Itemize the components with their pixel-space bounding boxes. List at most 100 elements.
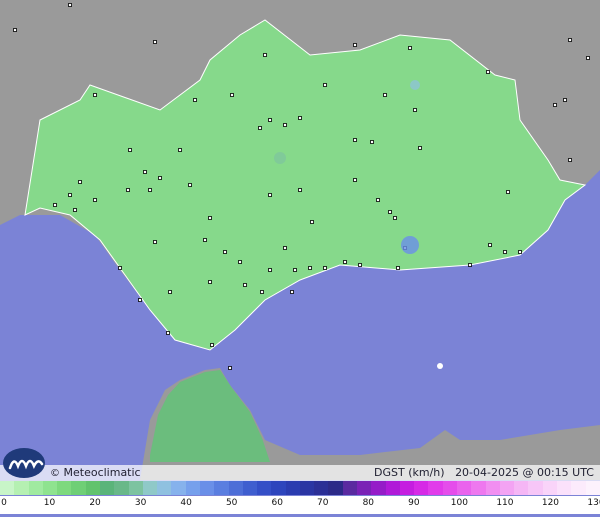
weather-station-marker (358, 263, 362, 267)
weather-station-marker (158, 176, 162, 180)
scale-tick-label: 40 (180, 498, 192, 508)
scale-swatch (128, 481, 143, 495)
weather-station-marker (283, 123, 287, 127)
weather-station-marker (393, 216, 397, 220)
weather-station-marker (298, 188, 302, 192)
weather-station-marker (263, 53, 267, 57)
weather-station-marker (353, 138, 357, 142)
meteoclimatic-logo (3, 448, 45, 478)
island-marker (437, 363, 443, 369)
weather-station-marker (188, 183, 192, 187)
scale-swatch (371, 481, 386, 495)
weather-station-marker (353, 178, 357, 182)
weather-station-marker (553, 103, 557, 107)
weather-station-marker (166, 331, 170, 335)
weather-station-marker (143, 170, 147, 174)
weather-station-marker (486, 70, 490, 74)
scale-swatch (0, 481, 15, 495)
weather-station-marker (260, 290, 264, 294)
scale-tick-label: 30 (134, 498, 147, 508)
scale-swatch (85, 481, 100, 495)
scale-swatch (556, 481, 572, 495)
weather-station-marker (376, 198, 380, 202)
weather-station-marker (568, 38, 572, 42)
weather-station-marker (208, 216, 212, 220)
scale-swatch (542, 481, 557, 495)
weather-station-marker (293, 268, 297, 272)
credit-label: © Meteoclimatic (50, 466, 141, 479)
scale-swatch (314, 481, 329, 495)
weather-station-marker (418, 146, 422, 150)
weather-station-marker (353, 43, 357, 47)
weather-station-marker (126, 188, 130, 192)
scale-swatch (299, 481, 315, 495)
weather-station-marker (283, 246, 287, 250)
scale-swatch (357, 481, 372, 495)
weather-station-marker (343, 260, 347, 264)
scale-tick-label: 80 (362, 498, 375, 508)
weather-station-marker (210, 343, 214, 347)
weather-station-marker (506, 190, 510, 194)
scale-swatch (471, 481, 486, 495)
weather-station-marker (93, 198, 97, 202)
weather-station-marker (230, 93, 234, 97)
weather-station-marker (370, 140, 374, 144)
scale-swatch (414, 481, 429, 495)
scale-swatch (571, 481, 586, 495)
weather-station-marker (383, 93, 387, 97)
weather-station-marker (53, 203, 57, 207)
weather-station-marker (178, 148, 182, 152)
timestamp-label: 20-04-2025 @ 00:15 UTC (455, 466, 594, 479)
scale-tick-label: 50 (225, 498, 238, 508)
credit-bar: © Meteoclimatic DGST (km/h) 20-04-2025 @… (0, 465, 600, 481)
weather-station-marker (388, 210, 392, 214)
scale-swatch (342, 481, 358, 495)
scale-tick-label: 90 (408, 498, 420, 508)
weather-station-marker (290, 290, 294, 294)
scale-swatch (271, 481, 286, 495)
weather-station-marker (268, 118, 272, 122)
scale-tick-label: 110 (496, 498, 514, 508)
scale-swatch (199, 481, 215, 495)
product-timestamp: DGST (km/h) 20-04-2025 @ 00:15 UTC (374, 465, 594, 481)
weather-station-marker (586, 56, 590, 60)
weather-station-marker (323, 266, 327, 270)
scale-swatch (114, 481, 129, 495)
gust-scale-labels: 0 10 20 30 40 50 60 70 80 90 100 110 120 130 (0, 496, 600, 514)
scale-swatch (57, 481, 72, 495)
scale-swatch (242, 481, 258, 495)
gust-hotspot (401, 236, 419, 254)
wind-gust-map (0, 0, 600, 480)
scale-swatch (399, 481, 415, 495)
weather-station-marker (323, 83, 327, 87)
scale-tick-label: 130 (587, 498, 600, 508)
weather-station-marker (396, 266, 400, 270)
weather-station-marker (563, 98, 567, 102)
scale-swatch (257, 481, 272, 495)
weather-station-marker (243, 283, 247, 287)
weather-station-marker (238, 260, 242, 264)
weather-station-marker (223, 250, 227, 254)
weather-station-marker (268, 193, 272, 197)
weather-station-marker (138, 298, 142, 302)
scale-tick-label: 100 (450, 498, 468, 508)
scale-swatch (42, 481, 58, 495)
scale-swatch (485, 481, 500, 495)
weather-station-marker (68, 193, 72, 197)
weather-station-marker (488, 243, 492, 247)
weather-station-marker (68, 3, 72, 7)
weather-station-marker (518, 250, 522, 254)
scale-swatch (528, 481, 543, 495)
scale-tick-label: 120 (541, 498, 560, 508)
weather-station-marker (78, 180, 82, 184)
scale-swatch (28, 481, 43, 495)
scale-tick-label: 60 (271, 498, 283, 508)
weather-station-marker (118, 266, 122, 270)
weather-station-marker (468, 263, 472, 267)
weather-station-marker (308, 266, 312, 270)
scale-swatch (171, 481, 186, 495)
gust-hotspot (410, 80, 420, 90)
scale-tick-label: 20 (89, 498, 101, 508)
scale-swatch (228, 481, 243, 495)
scale-swatch (71, 481, 86, 495)
